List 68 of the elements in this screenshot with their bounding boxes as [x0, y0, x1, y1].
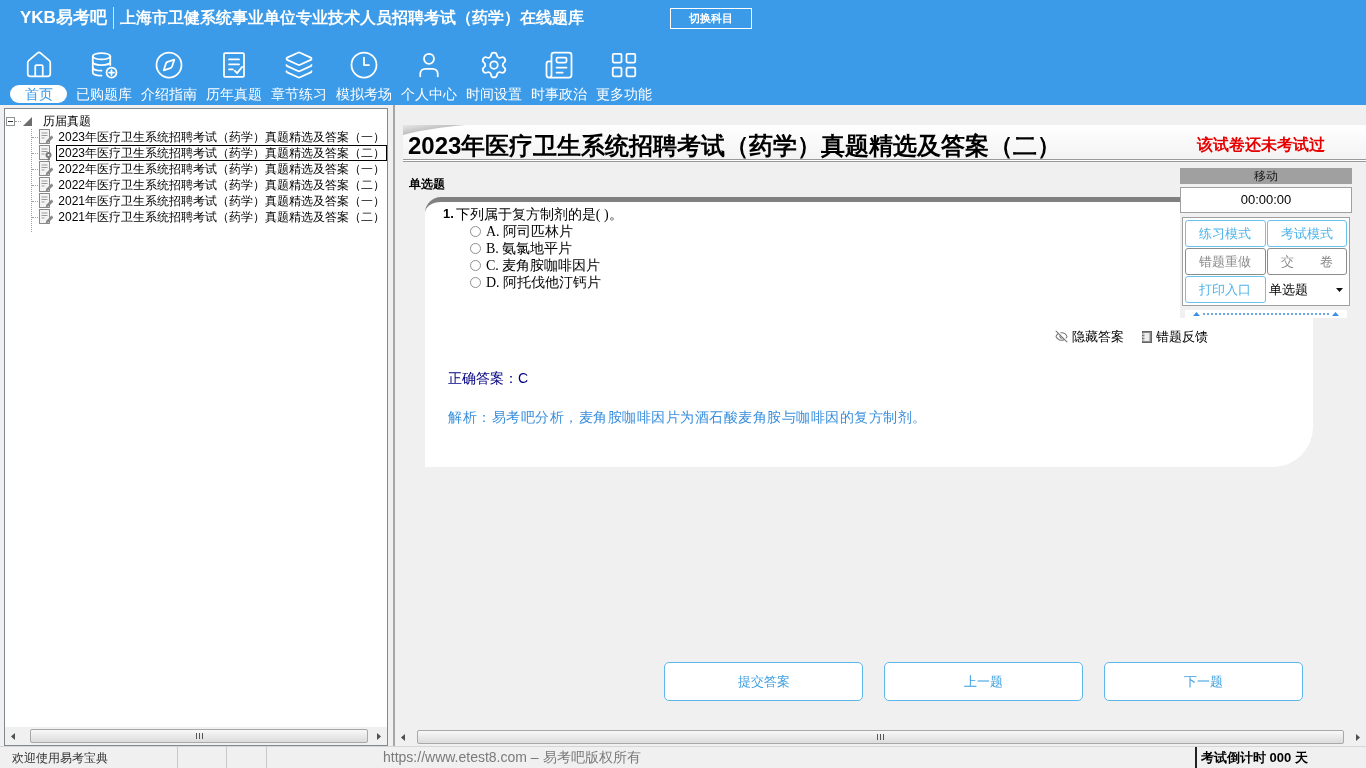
nav-tab[interactable]: 历年真题	[201, 50, 266, 103]
up-triangle-icon	[1332, 312, 1339, 316]
timer-display: 00:00:00	[1180, 187, 1352, 213]
copyright-text: https://www.etest8.com – 易考吧版权所有	[383, 748, 641, 767]
nav-tab[interactable]: 更多功能	[591, 50, 656, 103]
submit-answer-button[interactable]: 提交答案	[664, 662, 863, 701]
question-text: 下列属于复方制剂的是( )。	[455, 205, 623, 224]
exam-countdown: 考试倒计时 000 天	[1201, 748, 1308, 767]
scrollbar-thumb[interactable]	[417, 730, 1344, 744]
tree-collapse-icon[interactable]	[6, 116, 15, 126]
previous-question-button[interactable]: 上一题	[884, 662, 1083, 701]
tree-item[interactable]: 2023年医疗卫生系统招聘考试（药学）真题精选及答案（二）	[56, 145, 387, 161]
up-triangle-icon	[1193, 312, 1200, 316]
tree-item[interactable]: 2021年医疗卫生系统招聘考试（药学）真题精选及答案（一）	[56, 193, 387, 209]
nav-tab[interactable]: 时间设置	[461, 50, 526, 103]
tree-item[interactable]: 2023年医疗卫生系统招聘考试（药学）真题精选及答案（一）	[56, 129, 387, 145]
app-title: 上海市卫健系统事业单位专业技术人员招聘考试（药学）在线题库	[119, 8, 584, 28]
exam-title: 2023年医疗卫生系统招聘考试（药学）真题精选及答案（二）	[408, 133, 1062, 158]
layers-icon	[283, 50, 314, 80]
notebook-icon	[1142, 330, 1152, 343]
tree-item[interactable]: 2021年医疗卫生系统招聘考试（药学）真题精选及答案（二）	[56, 209, 387, 225]
left-arrow-icon	[11, 732, 15, 740]
nav-tab[interactable]: 模拟考场	[331, 50, 396, 103]
newspaper-icon	[543, 50, 574, 80]
switch-subject-button[interactable]: 切换科目	[670, 7, 752, 29]
panel-title-bar[interactable]: 移动	[1180, 168, 1352, 184]
section-heading: 单选题	[409, 176, 445, 192]
triangle-icon	[23, 116, 32, 126]
option-label[interactable]: C. 麦角胺咖啡因片	[486, 257, 601, 274]
collapse-handle[interactable]	[1185, 310, 1347, 318]
right-arrow-icon	[377, 732, 381, 740]
nav-tab[interactable]: 已购题库	[71, 50, 136, 103]
welcome-text: 欢迎使用易考宝典	[12, 749, 108, 767]
nav-tab[interactable]: 个人中心	[396, 50, 461, 103]
nav-tab[interactable]: 章节练习	[266, 50, 331, 103]
next-question-button[interactable]: 下一题	[1104, 662, 1303, 701]
error-feedback-button[interactable]: 错题反馈	[1142, 327, 1208, 347]
compass-icon	[153, 50, 184, 80]
answer-analysis: 解析：易考吧分析，麦角胺咖啡因片为酒石酸麦角胺与咖啡因的复方制剂。	[448, 407, 927, 426]
correct-answer: 正确答案：C	[448, 368, 529, 387]
eye-slash-icon	[1055, 330, 1068, 344]
nav-tab[interactable]: 首页	[6, 50, 71, 103]
option-label[interactable]: D. 阿托伐他汀钙片	[486, 274, 602, 291]
grip-icon	[877, 734, 884, 740]
grip-icon	[195, 733, 203, 739]
tree-item[interactable]: 2022年医疗卫生系统招聘考试（药学）真题精选及答案（二）	[56, 177, 387, 193]
app-logo: YKB易考吧	[20, 7, 107, 30]
option-label[interactable]: B. 氨氯地平片	[486, 240, 573, 257]
nav-tab[interactable]: 介绍指南	[136, 50, 201, 103]
dropdown-caret-icon	[1336, 287, 1343, 292]
left-arrow-icon	[401, 733, 405, 741]
tree-root-label[interactable]: 历届真题	[43, 113, 91, 129]
radio-button[interactable]	[470, 226, 481, 237]
clock-icon	[348, 50, 379, 80]
right-arrow-icon	[1356, 733, 1360, 741]
scrollbar-thumb[interactable]	[30, 729, 368, 743]
nav-tab[interactable]: 时事政治	[526, 50, 591, 103]
panel-button[interactable]: 考试模式	[1266, 220, 1347, 247]
question-number: 1.	[443, 205, 454, 224]
radio-button[interactable]	[470, 260, 481, 271]
option-label[interactable]: A. 阿司匹林片	[486, 223, 574, 240]
tree-item[interactable]: 2022年医疗卫生系统招聘考试（药学）真题精选及答案（一）	[56, 161, 387, 177]
radio-button[interactable]	[470, 277, 481, 288]
hide-answer-button[interactable]: 隐藏答案	[1055, 327, 1124, 347]
exam-status: 该试卷还未考试过	[1197, 135, 1325, 155]
panel-button[interactable]: 打印入口	[1185, 276, 1266, 303]
radio-button[interactable]	[470, 243, 481, 254]
panel-button[interactable]: 练习模式	[1185, 220, 1266, 247]
